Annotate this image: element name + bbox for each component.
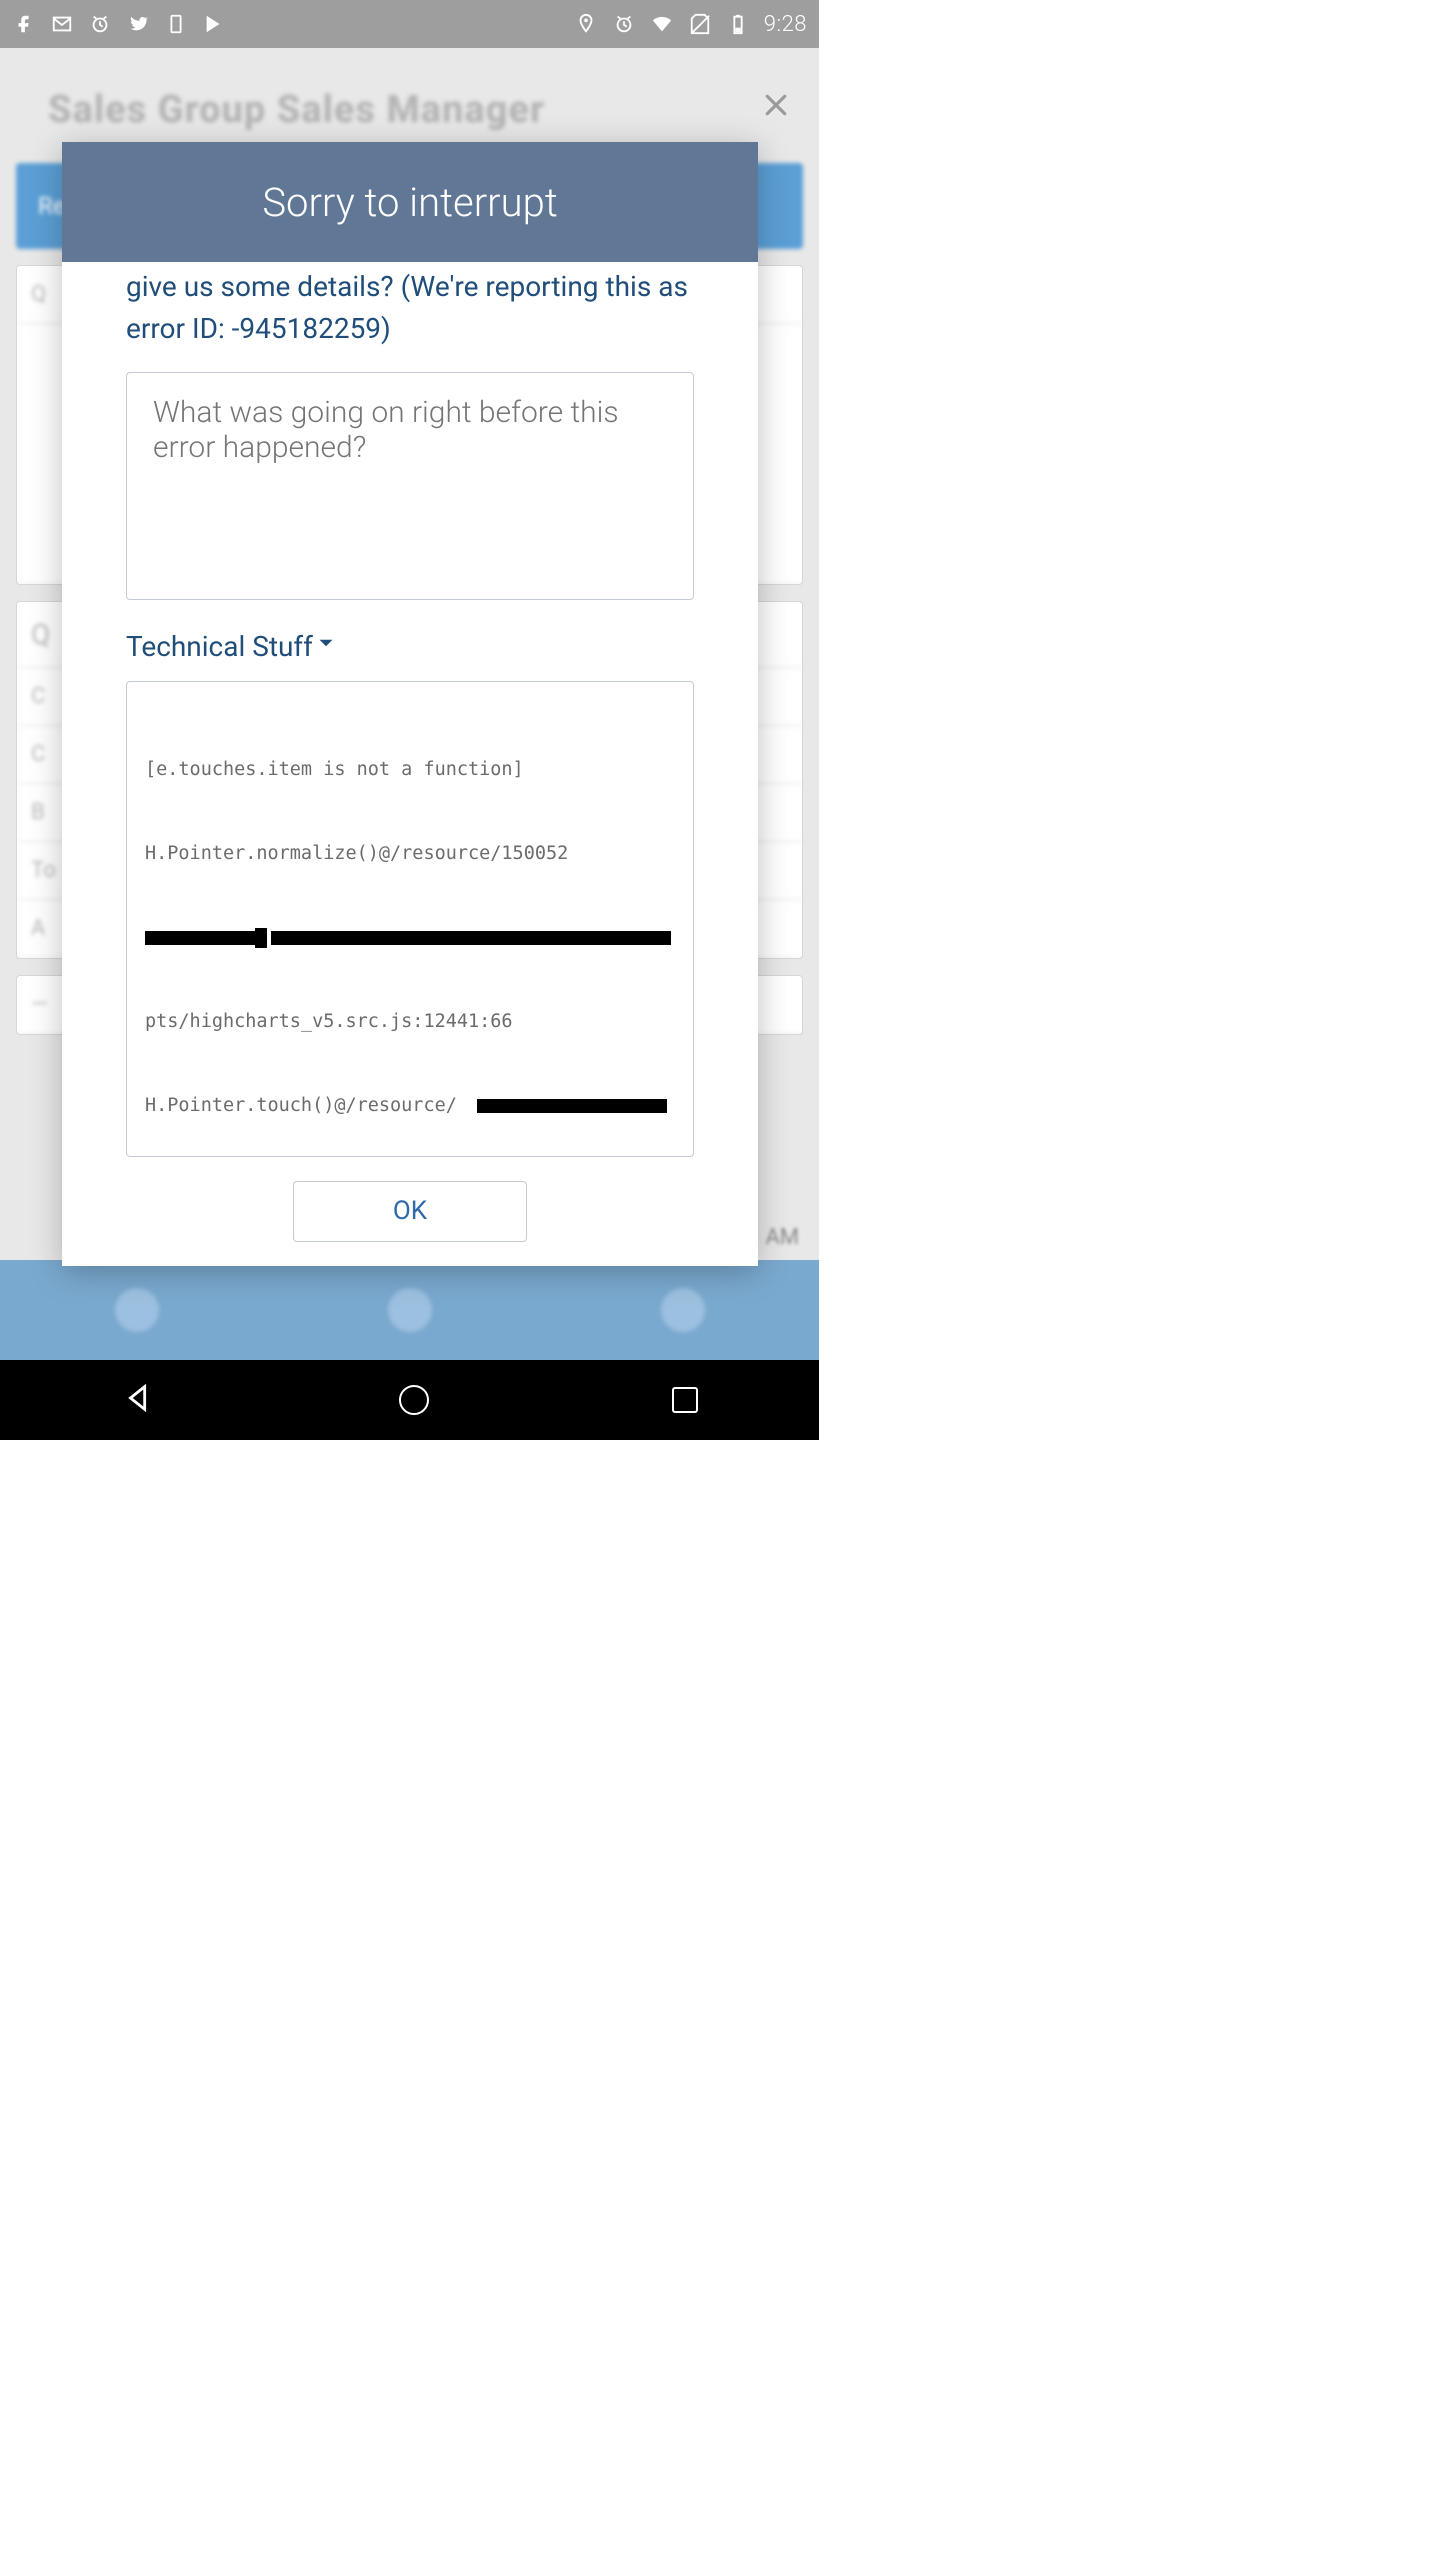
stack-line: H.Pointer.normalize()@/resource/150052 bbox=[145, 843, 568, 864]
technical-stuff-toggle[interactable]: Technical Stuff bbox=[126, 630, 694, 663]
home-button[interactable] bbox=[399, 1385, 429, 1415]
back-button[interactable] bbox=[122, 1381, 156, 1419]
phone-portrait-icon bbox=[164, 12, 188, 36]
bp-header-text: Sales Group Sales Manager bbox=[48, 88, 545, 132]
close-icon[interactable] bbox=[761, 90, 791, 120]
recents-button[interactable] bbox=[672, 1387, 698, 1413]
redaction-bar bbox=[145, 931, 255, 945]
error-description: give us some details? (We're reporting t… bbox=[126, 266, 694, 350]
android-status-bar: 9:28 bbox=[0, 0, 819, 48]
technical-stuff-label: Technical Stuff bbox=[126, 630, 313, 663]
redaction-bar bbox=[477, 1099, 667, 1113]
status-right: 9:28 bbox=[574, 12, 807, 37]
bp-timestamp: AM bbox=[765, 1225, 799, 1250]
bp-bottom-bar bbox=[0, 1260, 819, 1360]
ok-button[interactable]: OK bbox=[293, 1181, 527, 1242]
modal-body: give us some details? (We're reporting t… bbox=[62, 262, 758, 1266]
wifi-icon bbox=[650, 12, 674, 36]
bp-bottom-icon bbox=[115, 1288, 159, 1332]
location-icon bbox=[574, 12, 598, 36]
alarm-icon bbox=[88, 12, 112, 36]
alarm-set-icon bbox=[612, 12, 636, 36]
chevron-down-icon bbox=[313, 630, 339, 663]
twitter-icon bbox=[126, 12, 150, 36]
bp-bottom-icon bbox=[661, 1288, 705, 1332]
no-sim-icon bbox=[688, 12, 712, 36]
technical-details-box[interactable]: [e.touches.item is not a function] H.Poi… bbox=[126, 681, 694, 1157]
status-left bbox=[12, 12, 226, 36]
mail-icon bbox=[50, 12, 74, 36]
redaction-bar bbox=[271, 931, 671, 945]
feedback-input[interactable] bbox=[126, 372, 694, 600]
stack-line: H.Pointer.touch()@/resource/ bbox=[145, 1095, 457, 1116]
bp-bottom-icon bbox=[388, 1288, 432, 1332]
redaction-bar bbox=[255, 928, 267, 948]
modal-title: Sorry to interrupt bbox=[62, 142, 758, 262]
stack-line: pts/highcharts_v5.src.js:12441:66 bbox=[145, 1011, 513, 1032]
battery-icon bbox=[726, 12, 750, 36]
facebook-icon bbox=[12, 12, 36, 36]
stack-line: [e.touches.item is not a function] bbox=[145, 759, 524, 780]
google-play-icon bbox=[202, 12, 226, 36]
android-nav-bar bbox=[0, 1360, 819, 1440]
status-time: 9:28 bbox=[764, 12, 807, 37]
error-modal: Sorry to interrupt give us some details?… bbox=[62, 142, 758, 1266]
